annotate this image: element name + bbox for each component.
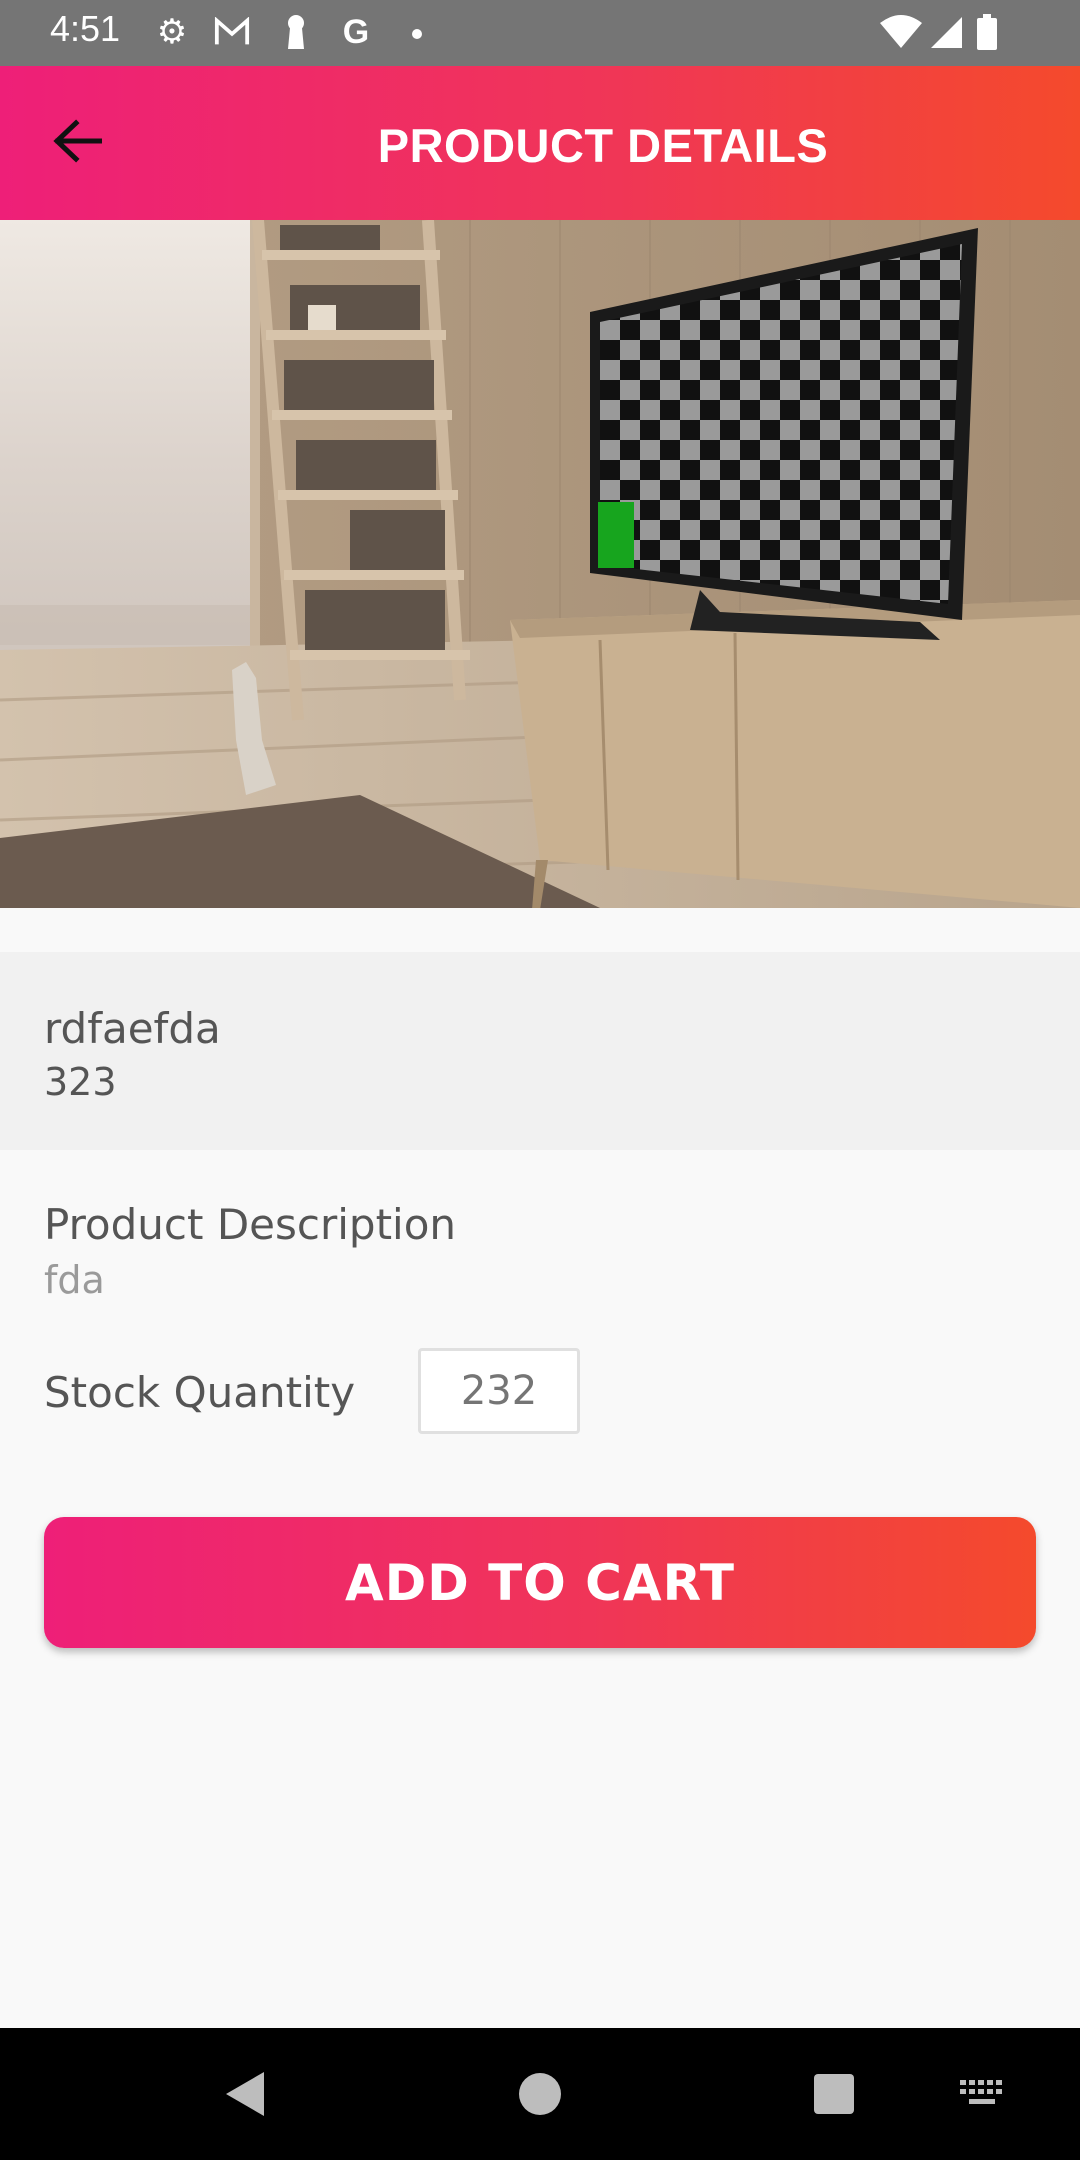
add-to-cart-button[interactable]: ADD TO CART xyxy=(44,1517,1036,1648)
product-name: rdfaefda xyxy=(44,1004,221,1053)
product-image xyxy=(0,220,1080,908)
description-value: fda xyxy=(44,1258,105,1302)
back-triangle-icon[interactable] xyxy=(208,2058,280,2130)
keyboard-icon[interactable] xyxy=(946,2058,1018,2130)
stock-quantity-input[interactable] xyxy=(418,1348,580,1434)
gear-icon: ⚙ xyxy=(156,12,188,52)
status-bar: 4:51 ⚙ G xyxy=(0,0,1080,66)
signal-icon xyxy=(928,14,964,50)
stock-quantity-label: Stock Quantity xyxy=(44,1368,356,1417)
google-icon: G xyxy=(342,13,370,51)
app-bar: PRODUCT DETAILS xyxy=(0,66,1080,220)
page-title: PRODUCT DETAILS xyxy=(377,119,829,172)
recents-square-icon[interactable] xyxy=(798,2058,870,2130)
product-price: 323 xyxy=(44,1060,117,1104)
keyhole-icon xyxy=(278,14,314,50)
wifi-icon xyxy=(878,14,924,50)
description-label: Product Description xyxy=(44,1200,457,1249)
dot-icon xyxy=(412,29,422,39)
product-summary: rdfaefda 323 xyxy=(0,952,1080,1150)
home-circle-icon[interactable] xyxy=(504,2058,576,2130)
gmail-icon xyxy=(214,14,250,50)
navigation-bar xyxy=(0,2028,1080,2160)
status-time: 4:51 xyxy=(50,8,121,49)
battery-icon xyxy=(974,14,1000,50)
